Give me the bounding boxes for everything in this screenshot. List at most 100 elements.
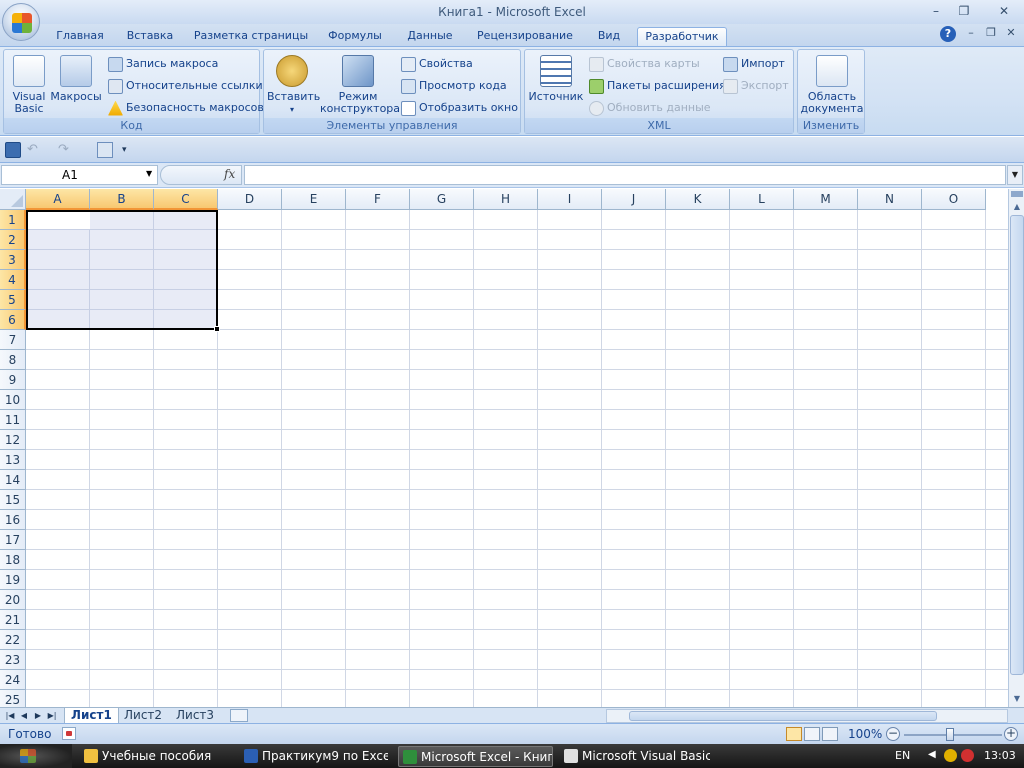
insert-function-icon[interactable]: fx xyxy=(224,167,235,181)
task-excel[interactable]: Microsoft Excel - Книга1 xyxy=(398,746,553,767)
document-panel-button[interactable]: Область документа xyxy=(800,52,864,115)
column-header[interactable]: E xyxy=(282,189,346,210)
customize-qat-icon[interactable]: ▾ xyxy=(122,142,138,158)
export-button[interactable]: Экспорт xyxy=(723,76,789,96)
row-header[interactable]: 7 xyxy=(0,330,26,350)
tray-security-icon[interactable] xyxy=(961,749,974,762)
row-header[interactable]: 19 xyxy=(0,570,26,590)
column-header[interactable]: F xyxy=(346,189,410,210)
sheet-tab-3[interactable]: Лист3 xyxy=(170,708,220,724)
column-header[interactable]: C xyxy=(154,189,218,210)
fill-handle[interactable] xyxy=(214,326,220,332)
save-icon[interactable] xyxy=(5,142,21,158)
column-header[interactable]: O xyxy=(922,189,986,210)
row-header[interactable]: 24 xyxy=(0,670,26,690)
column-header[interactable]: I xyxy=(538,189,602,210)
last-sheet-icon[interactable]: ▶| xyxy=(46,709,58,723)
start-button[interactable] xyxy=(0,744,72,768)
column-header[interactable]: M xyxy=(794,189,858,210)
tab-review[interactable]: Рецензирование xyxy=(472,27,578,46)
page-break-view-icon[interactable] xyxy=(822,727,838,741)
page-layout-view-icon[interactable] xyxy=(804,727,820,741)
properties-button[interactable]: Свойства xyxy=(401,54,473,74)
row-header[interactable]: 4 xyxy=(0,270,26,290)
column-header[interactable]: K xyxy=(666,189,730,210)
row-header[interactable]: 12 xyxy=(0,430,26,450)
workbook-minimize-button[interactable]: – xyxy=(962,26,980,42)
close-button[interactable]: ✕ xyxy=(992,2,1016,20)
minimize-button[interactable]: – xyxy=(924,2,948,20)
normal-view-icon[interactable] xyxy=(786,727,802,741)
row-header[interactable]: 2 xyxy=(0,230,26,250)
row-header[interactable]: 23 xyxy=(0,650,26,670)
prev-sheet-icon[interactable]: ◀ xyxy=(18,709,30,723)
workbook-close-button[interactable]: ✕ xyxy=(1002,26,1020,42)
row-header[interactable]: 10 xyxy=(0,390,26,410)
expand-formula-bar-button[interactable]: ▼ xyxy=(1007,165,1023,185)
split-box[interactable] xyxy=(1011,191,1023,197)
form-icon[interactable] xyxy=(97,142,113,158)
horizontal-scrollbar[interactable] xyxy=(606,709,1008,723)
task-vba[interactable]: Microsoft Visual Basic ... xyxy=(560,746,710,767)
row-header[interactable]: 5 xyxy=(0,290,26,310)
row-header[interactable]: 21 xyxy=(0,610,26,630)
tab-page-layout[interactable]: Разметка страницы xyxy=(192,27,310,46)
import-button[interactable]: Импорт xyxy=(723,54,785,74)
task-folder[interactable]: Учебные пособия xyxy=(80,746,230,767)
row-header[interactable]: 15 xyxy=(0,490,26,510)
next-sheet-icon[interactable]: ▶ xyxy=(32,709,44,723)
tray-network-icon[interactable] xyxy=(944,749,957,762)
visual-basic-button[interactable]: Visual Basic xyxy=(8,52,50,115)
macros-button[interactable]: Макросы xyxy=(50,52,102,103)
row-header[interactable]: 1 xyxy=(0,210,26,230)
design-mode-button[interactable]: Режим конструктора xyxy=(320,52,400,115)
row-header[interactable]: 8 xyxy=(0,350,26,370)
chevron-down-icon[interactable]: ▼ xyxy=(146,169,152,178)
row-header[interactable]: 16 xyxy=(0,510,26,530)
task-word[interactable]: Практикум9 по Excel... xyxy=(240,746,388,767)
record-macro-status-icon[interactable] xyxy=(62,727,76,740)
relative-refs-button[interactable]: Относительные ссылки xyxy=(108,76,263,96)
xml-source-button[interactable]: Источник xyxy=(528,52,584,103)
view-code-button[interactable]: Просмотр кода xyxy=(401,76,507,96)
help-icon[interactable]: ? xyxy=(940,26,956,42)
row-header[interactable]: 11 xyxy=(0,410,26,430)
row-header[interactable]: 3 xyxy=(0,250,26,270)
sheet-tab-1[interactable]: Лист1 xyxy=(64,708,119,724)
language-indicator[interactable]: EN xyxy=(895,749,910,762)
row-header[interactable]: 25 xyxy=(0,690,26,707)
zoom-level[interactable]: 100% xyxy=(848,727,882,741)
tab-data[interactable]: Данные xyxy=(402,27,458,46)
zoom-out-icon[interactable]: − xyxy=(886,727,900,741)
tab-developer[interactable]: Разработчик xyxy=(637,27,727,46)
refresh-data-button[interactable]: Обновить данные xyxy=(589,98,711,118)
row-header[interactable]: 13 xyxy=(0,450,26,470)
column-header[interactable]: J xyxy=(602,189,666,210)
row-header[interactable]: 18 xyxy=(0,550,26,570)
tab-home[interactable]: Главная xyxy=(52,27,108,46)
row-header[interactable]: 20 xyxy=(0,590,26,610)
tab-insert[interactable]: Вставка xyxy=(122,27,178,46)
expansion-packs-button[interactable]: Пакеты расширения xyxy=(589,76,726,96)
name-box[interactable]: A1 xyxy=(1,165,158,185)
scroll-thumb[interactable] xyxy=(1010,215,1024,675)
column-header[interactable]: D xyxy=(218,189,282,210)
show-window-button[interactable]: Отобразить окно xyxy=(401,98,518,118)
row-header[interactable]: 9 xyxy=(0,370,26,390)
column-header[interactable]: G xyxy=(410,189,474,210)
row-header[interactable]: 6 xyxy=(0,310,26,330)
zoom-slider-handle[interactable] xyxy=(946,728,954,741)
formula-input[interactable] xyxy=(244,165,1006,185)
tab-formulas[interactable]: Формулы xyxy=(324,27,386,46)
hscroll-thumb[interactable] xyxy=(629,711,937,721)
tab-view[interactable]: Вид xyxy=(592,27,626,46)
macro-security-button[interactable]: Безопасность макросов xyxy=(108,98,264,118)
column-header[interactable]: N xyxy=(858,189,922,210)
office-button[interactable] xyxy=(2,3,40,41)
column-header[interactable]: A xyxy=(26,189,90,210)
insert-control-button[interactable]: Вставить ▾ xyxy=(267,52,320,116)
column-header[interactable]: L xyxy=(730,189,794,210)
column-header[interactable]: H xyxy=(474,189,538,210)
worksheet-grid[interactable]: ABCDEFGHIJKLMNO 1 2 3 4 5 6 7 8 9 10 11 12 13 14 15 16 1… xyxy=(0,189,1008,707)
restore-button[interactable]: ❐ xyxy=(952,2,976,20)
